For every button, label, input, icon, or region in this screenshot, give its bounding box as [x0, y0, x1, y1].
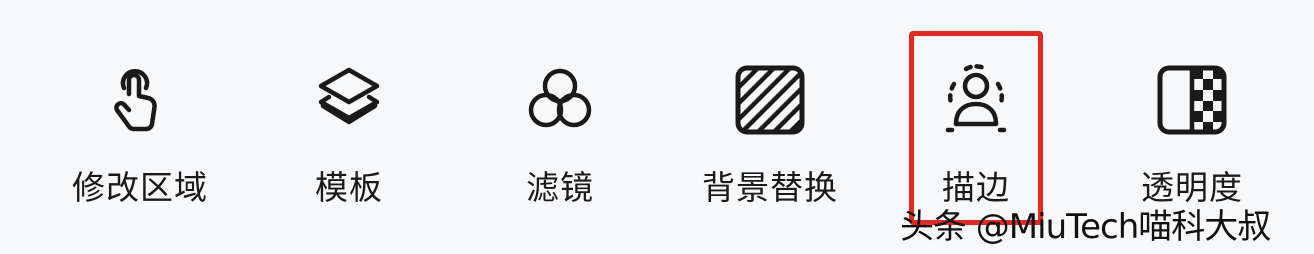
tool-template[interactable]: 模板 [249, 0, 449, 254]
tap-hand-icon [102, 62, 178, 138]
transparency-checker-icon [1154, 62, 1230, 138]
tool-label: 修改区域 [72, 168, 208, 207]
tool-label: 背景替换 [702, 168, 838, 207]
tool-filter[interactable]: 滤镜 [460, 0, 660, 254]
tool-modify-area[interactable]: 修改区域 [40, 0, 240, 254]
tool-label: 模板 [315, 168, 383, 207]
layers-icon [311, 62, 387, 138]
watermark: 头条 @MiuTech喵科大叔 [900, 207, 1271, 247]
filter-circles-icon [522, 62, 598, 138]
striped-square-icon [732, 62, 808, 138]
tool-label: 滤镜 [526, 168, 594, 207]
edit-toolbar: 修改区域 模板 滤镜 背景替换 描边 透明度 头条 @MiuTech喵科大叔 [0, 0, 1314, 254]
tool-background-replace[interactable]: 背景替换 [670, 0, 870, 254]
highlight-frame [909, 31, 1043, 225]
